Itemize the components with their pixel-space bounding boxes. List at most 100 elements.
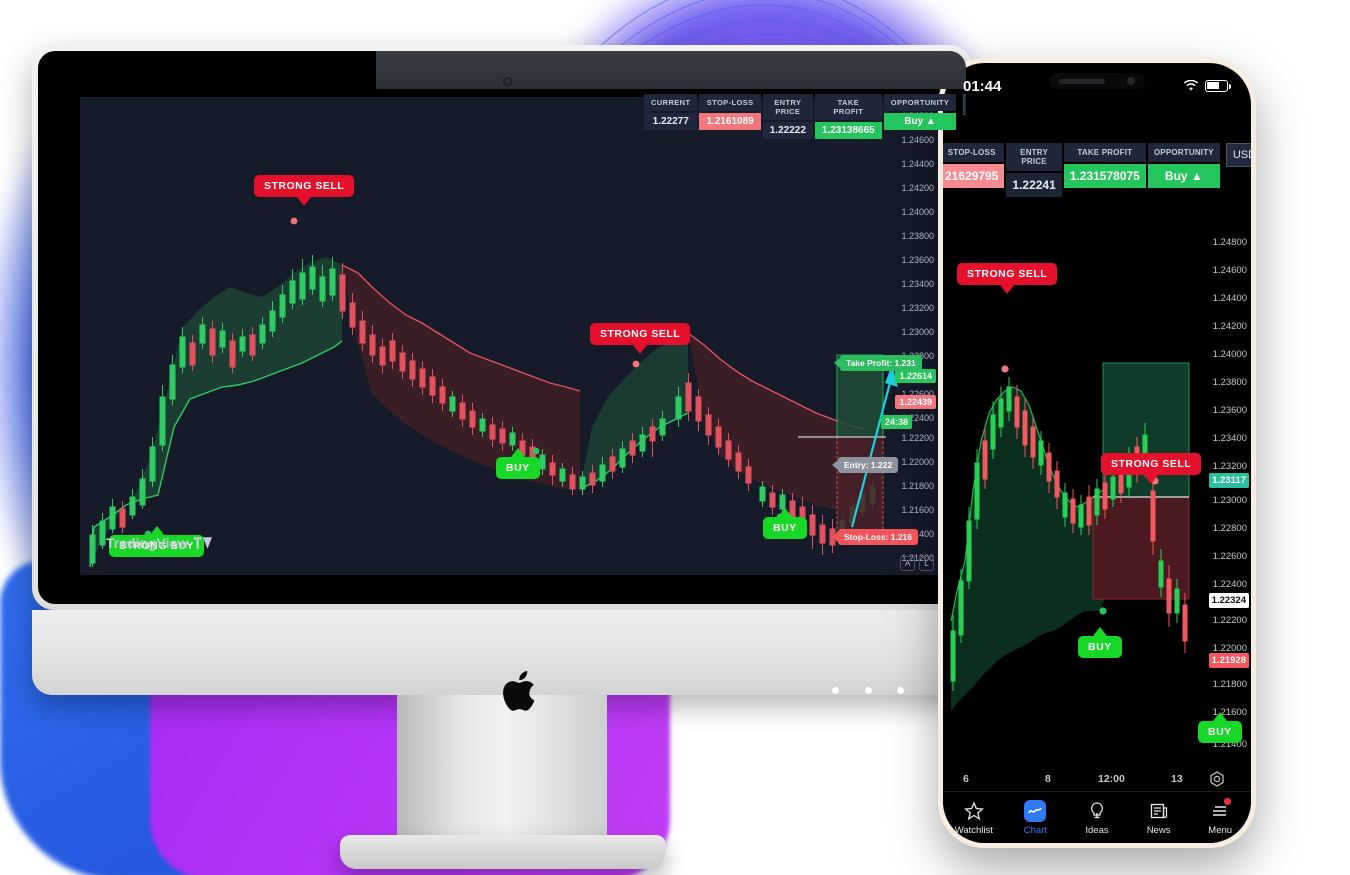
phone-panel-column-take-profit: TAKE PROFIT 1.231578075 bbox=[1063, 143, 1146, 188]
lightbulb-icon bbox=[1086, 800, 1108, 822]
tradingview-watermark: TradingView bbox=[106, 535, 213, 551]
phone-signal-panel: STOP-LOSS 21629795 ENTRY PRICE 1.22241 T… bbox=[943, 143, 1251, 197]
panel-value-take-profit: 1.231578075 bbox=[1063, 164, 1146, 188]
panel-value-entry-price: 1.22222 bbox=[762, 122, 813, 139]
panel-column-stop-loss: STOP-LOSS 1.2161089 bbox=[699, 94, 761, 130]
price-tick: 1.23000 bbox=[901, 327, 934, 337]
desktop-stop-loss-label[interactable]: Stop-Loss: 1.216 bbox=[838, 529, 919, 545]
clock-settings-icon[interactable] bbox=[1209, 771, 1225, 787]
price-tick: 1.23800 bbox=[901, 231, 934, 241]
panel-header: CURRENT bbox=[644, 94, 698, 111]
phone-currency-select[interactable]: USD ▾ bbox=[1225, 143, 1251, 167]
currency-select-value: USD bbox=[1232, 149, 1251, 161]
imac-camera-icon bbox=[503, 77, 512, 86]
panel-header: ENTRY PRICE bbox=[1006, 143, 1062, 171]
status-bar: 01:44 bbox=[943, 63, 1251, 109]
menu-notification-dot bbox=[1223, 797, 1231, 805]
desktop-entry-label[interactable]: Entry: 1.222 bbox=[838, 457, 899, 473]
axis-mode-buttons[interactable]: A L bbox=[900, 556, 934, 571]
battery-icon bbox=[1205, 80, 1228, 92]
panel-column-take-profit: TAKE PROFIT 1.23138665 bbox=[814, 94, 882, 139]
phone-price-tick: 1.24400 bbox=[1212, 293, 1247, 304]
tab-chart[interactable]: Chart bbox=[1005, 799, 1067, 836]
phone-signal-strong-sell-1[interactable]: STRONG SELL bbox=[957, 263, 1058, 285]
front-camera-icon bbox=[1127, 77, 1135, 85]
panel-header: STOP-LOSS bbox=[943, 143, 1005, 162]
time-tick: 6 bbox=[963, 773, 969, 785]
phone-price-badge-take-profit: 1.23117 bbox=[1209, 473, 1249, 488]
price-badge-countdown: 24:38 bbox=[880, 415, 912, 429]
panel-header: OPPORTUNITY bbox=[1147, 143, 1220, 162]
price-badge-bid: 1.22614 bbox=[895, 369, 936, 383]
phone-signal-buy-2[interactable]: BUY bbox=[1198, 721, 1242, 743]
tab-label: Chart bbox=[1023, 824, 1047, 836]
phone-price-tick: 1.23800 bbox=[1212, 377, 1247, 388]
imac-device: STRONG SELL STRONG SELL STRONG BUY BUY B… bbox=[32, 45, 972, 875]
phone-price-tick: 1.22400 bbox=[1212, 579, 1247, 590]
panel-value-opportunity[interactable]: Buy ▲ bbox=[1147, 164, 1220, 188]
phone-price-tick: 1.22800 bbox=[1212, 523, 1247, 534]
price-badge-last: 1.22439 bbox=[895, 395, 936, 409]
axis-auto-button[interactable]: A bbox=[900, 556, 915, 571]
phone-price-tick: 1.24200 bbox=[1212, 321, 1247, 332]
panel-value-opportunity[interactable]: Buy ▲ bbox=[883, 113, 957, 130]
phone-price-tick: 1.22600 bbox=[1212, 551, 1247, 562]
phone-price-tick: 1.23200 bbox=[1212, 461, 1247, 472]
price-tick: 1.24000 bbox=[901, 207, 934, 217]
price-tick: 1.21600 bbox=[901, 505, 934, 515]
phone-price-badge-current: 1.22324 bbox=[1208, 593, 1249, 608]
speaker-icon bbox=[1059, 78, 1105, 84]
iphone-device: 01:44 STOP-LOSS 21629795 ENTRY PRICE 1.2… bbox=[938, 58, 1256, 848]
tab-menu[interactable]: Menu bbox=[1189, 797, 1251, 836]
tab-news[interactable]: News bbox=[1128, 800, 1190, 836]
tradingview-logo-icon bbox=[194, 537, 213, 549]
price-tick: 1.23400 bbox=[901, 279, 934, 289]
desktop-signal-strong-sell-1[interactable]: STRONG SELL bbox=[254, 175, 355, 197]
desktop-signal-panel: CURRENT 1.22277 STOP-LOSS 1.2161089 ENTR… bbox=[644, 94, 966, 139]
time-tick: 12:00 bbox=[1098, 773, 1125, 785]
imac-screen: STRONG SELL STRONG SELL STRONG BUY BUY B… bbox=[38, 51, 966, 604]
tab-label: News bbox=[1146, 824, 1171, 836]
phone-panel-column-stop-loss: STOP-LOSS 21629795 bbox=[943, 143, 1005, 188]
panel-header: STOP-LOSS bbox=[699, 94, 761, 111]
axis-log-button[interactable]: L bbox=[919, 556, 934, 571]
phone-signal-strong-sell-2[interactable]: STRONG SELL bbox=[1101, 453, 1202, 475]
phone-panel-column-opportunity: OPPORTUNITY Buy ▲ bbox=[1147, 143, 1220, 188]
price-tick: 1.24200 bbox=[901, 183, 934, 193]
phone-chart[interactable]: 1.24800 1.24600 1.24400 1.24200 1.24000 … bbox=[943, 191, 1251, 791]
phone-price-tick: 1.24800 bbox=[1212, 237, 1247, 248]
apple-logo-icon bbox=[503, 671, 535, 711]
status-bar-time: 01:44 bbox=[963, 77, 1002, 95]
panel-header: ENTRY PRICE bbox=[762, 94, 813, 120]
desktop-chart[interactable]: STRONG SELL STRONG SELL STRONG BUY BUY B… bbox=[80, 97, 938, 575]
price-tick: 1.23600 bbox=[901, 255, 934, 265]
iphone-screen: 01:44 STOP-LOSS 21629795 ENTRY PRICE 1.2… bbox=[943, 63, 1251, 843]
time-tick: 8 bbox=[1045, 773, 1051, 785]
desktop-signal-strong-sell-2[interactable]: STRONG SELL bbox=[590, 323, 691, 345]
price-tick: 1.21800 bbox=[901, 481, 934, 491]
phone-time-axis: 6 8 12:00 13 bbox=[943, 767, 1251, 791]
desktop-take-profit-label[interactable]: Take Profit: 1.231 bbox=[840, 355, 922, 371]
wifi-icon bbox=[1183, 80, 1199, 91]
phone-tab-bar: Watchlist Chart Ideas News Menu bbox=[943, 791, 1251, 843]
desktop-signal-buy-1[interactable]: BUY bbox=[496, 457, 540, 479]
phone-price-tick: 1.23400 bbox=[1212, 433, 1247, 444]
desktop-signal-buy-2[interactable]: BUY bbox=[763, 517, 807, 539]
tab-label: Menu bbox=[1208, 824, 1233, 836]
desktop-price-axis[interactable]: 1.24800 1.24600 1.24400 1.24200 1.24000 … bbox=[880, 97, 938, 575]
tab-ideas[interactable]: Ideas bbox=[1066, 800, 1128, 836]
news-icon bbox=[1148, 800, 1170, 822]
tab-watchlist[interactable]: Watchlist bbox=[943, 800, 1005, 836]
imac-neck bbox=[397, 695, 607, 845]
price-tick: 1.22200 bbox=[901, 433, 934, 443]
tradingview-watermark-text: TradingView bbox=[106, 535, 189, 551]
screenshot-stage: STRONG SELL STRONG SELL STRONG BUY BUY B… bbox=[0, 0, 1350, 875]
time-tick: 13 bbox=[1171, 773, 1183, 785]
price-tick: 1.23200 bbox=[901, 303, 934, 313]
chart-icon bbox=[1024, 799, 1047, 822]
panel-value-take-profit: 1.23138665 bbox=[814, 122, 882, 139]
phone-price-tick: 1.21800 bbox=[1212, 679, 1247, 690]
phone-price-tick: 1.24000 bbox=[1212, 349, 1247, 360]
phone-signal-buy-1[interactable]: BUY bbox=[1078, 636, 1122, 658]
notch bbox=[1049, 73, 1145, 89]
